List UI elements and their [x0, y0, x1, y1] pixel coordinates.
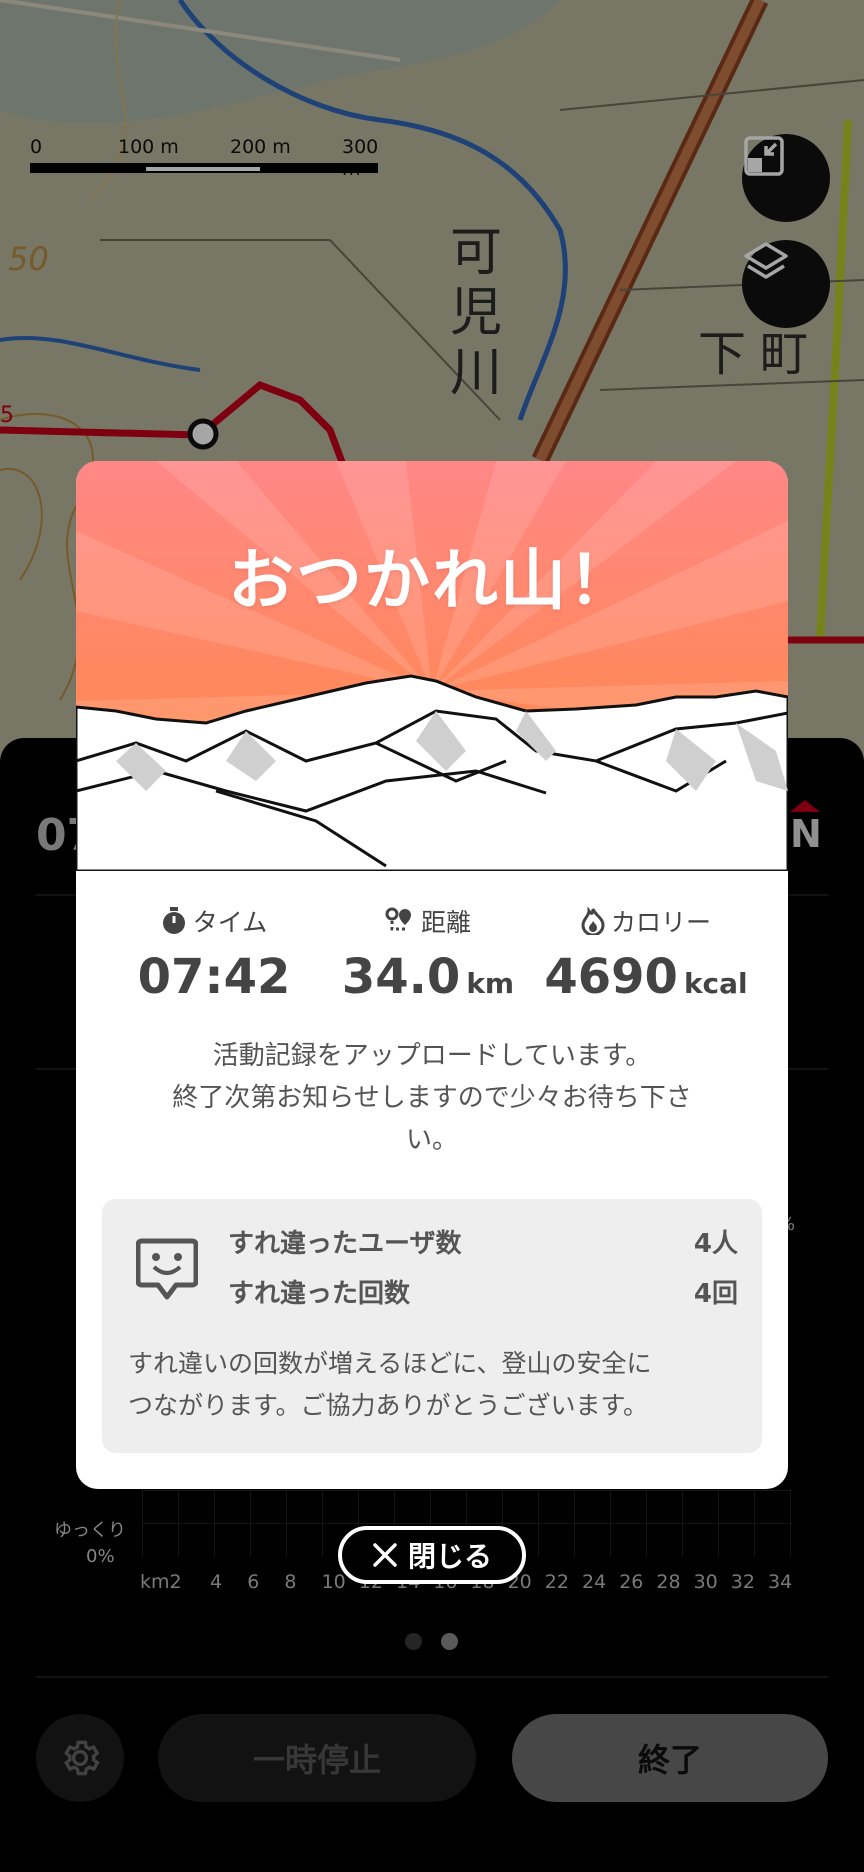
- upload-message-line: 終了次第お知らせしますので少々お待ち下さ: [172, 1083, 692, 1113]
- stats-row: タイム 07:42 距離 34.0 km カロリー 4690 kcal: [76, 903, 788, 1013]
- upload-message: 活動記録をアップロードしています。 終了次第お知らせしますので少々お待ち下さ い…: [130, 1035, 734, 1161]
- flame-icon: [581, 907, 605, 935]
- stat-time: タイム 07:42: [114, 903, 314, 1005]
- completion-dialog: おつかれ山！ タイム 07:42 距離 34.0 km カロリー 4690 kc…: [76, 461, 788, 1489]
- upload-message-line: 活動記録をアップロードしています。: [212, 1041, 652, 1071]
- encounter-note: すれ違いの回数が増えるほどに、登山の安全に つながります。ご協力ありがとうござい…: [128, 1343, 748, 1427]
- encounter-count-row: すれ違った回数 4回: [228, 1273, 738, 1310]
- stat-calories-value: 4690: [544, 949, 678, 1005]
- stat-calories: カロリー 4690 kcal: [526, 903, 766, 1005]
- close-label: 閉じる: [407, 1540, 492, 1573]
- stat-distance-value: 34.0: [341, 949, 461, 1005]
- stat-distance-label: 距離: [420, 908, 471, 937]
- mountain-sunburst-illustration: [76, 461, 788, 871]
- encounter-face-icon: [136, 1238, 198, 1300]
- stat-distance-unit: km: [466, 967, 515, 1000]
- encounter-users-value: 4人: [693, 1229, 738, 1259]
- close-icon: [373, 1543, 397, 1567]
- stat-time-label: タイム: [192, 908, 268, 937]
- encounter-users-row: すれ違ったユーザ数 4人: [228, 1223, 738, 1260]
- upload-message-line: い。: [405, 1125, 458, 1155]
- stat-time-value: 07:42: [137, 949, 291, 1005]
- encounter-count-label: すれ違った回数: [228, 1279, 411, 1309]
- stopwatch-icon: [162, 907, 185, 934]
- stat-calories-label: カロリー: [610, 908, 711, 937]
- close-button[interactable]: 閉じる: [338, 1526, 526, 1584]
- encounter-note-line: すれ違いの回数が増えるほどに、登山の安全に: [128, 1349, 652, 1378]
- route-pin-icon: [385, 907, 411, 931]
- stat-distance: 距離 34.0 km: [328, 903, 528, 1005]
- encounter-count-value: 4回: [693, 1279, 738, 1309]
- encounter-panel: すれ違ったユーザ数 4人 すれ違った回数 4回 すれ違いの回数が増えるほどに、登…: [102, 1199, 762, 1453]
- encounter-users-label: すれ違ったユーザ数: [228, 1229, 462, 1259]
- dialog-title: おつかれ山！: [228, 542, 636, 619]
- encounter-note-line: つながります。ご協力ありがとうございます。: [128, 1391, 649, 1420]
- stat-calories-unit: kcal: [683, 967, 748, 1000]
